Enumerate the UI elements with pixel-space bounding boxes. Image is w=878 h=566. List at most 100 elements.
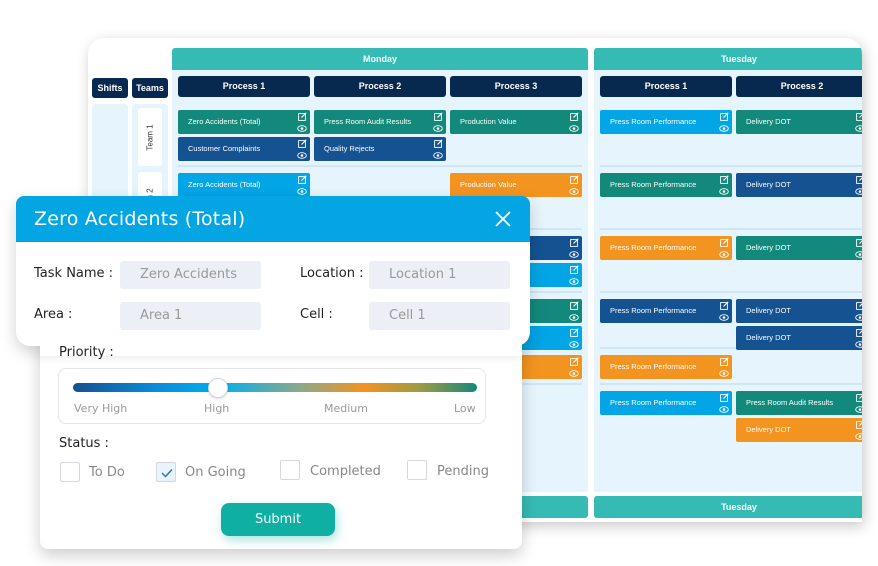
view-icon[interactable] bbox=[855, 341, 862, 348]
task-card-actions[interactable] bbox=[297, 175, 307, 195]
task-card-actions[interactable] bbox=[719, 393, 729, 413]
view-icon[interactable] bbox=[855, 314, 862, 321]
view-icon[interactable] bbox=[569, 188, 579, 195]
team-tag[interactable]: Team 1 bbox=[138, 108, 162, 166]
view-icon[interactable] bbox=[569, 125, 579, 132]
view-icon[interactable] bbox=[855, 125, 862, 132]
task-card[interactable]: Press Room Performance bbox=[600, 110, 732, 134]
status-checkbox-completed[interactable] bbox=[280, 460, 300, 480]
status-checkbox-ongoing[interactable] bbox=[156, 462, 176, 482]
close-icon[interactable] bbox=[494, 210, 512, 228]
task-card-actions[interactable] bbox=[569, 175, 579, 195]
task-card[interactable]: Zero Accidents (Total) bbox=[178, 110, 310, 134]
edit-icon[interactable] bbox=[855, 112, 863, 121]
view-icon[interactable] bbox=[569, 370, 579, 377]
task-card[interactable]: Press Room Performance bbox=[600, 299, 732, 323]
task-card[interactable]: Press Room Performance bbox=[600, 236, 732, 260]
task-name-field[interactable]: Zero Accidents bbox=[120, 261, 261, 289]
edit-icon[interactable] bbox=[719, 238, 729, 247]
edit-icon[interactable] bbox=[855, 393, 863, 402]
edit-icon[interactable] bbox=[855, 175, 863, 184]
edit-icon[interactable] bbox=[569, 301, 579, 310]
edit-icon[interactable] bbox=[855, 301, 863, 310]
task-card[interactable]: Delivery DOT bbox=[736, 299, 862, 323]
task-card[interactable]: Production Value bbox=[450, 173, 582, 197]
task-card-actions[interactable] bbox=[719, 238, 729, 258]
edit-icon[interactable] bbox=[719, 357, 729, 366]
task-card[interactable]: Production Value bbox=[450, 110, 582, 134]
view-icon[interactable] bbox=[297, 152, 307, 159]
task-card[interactable]: Delivery DOT bbox=[736, 236, 862, 260]
task-card-actions[interactable] bbox=[855, 393, 862, 413]
task-card-actions[interactable] bbox=[433, 139, 443, 159]
view-icon[interactable] bbox=[719, 406, 729, 413]
edit-icon[interactable] bbox=[719, 393, 729, 402]
view-icon[interactable] bbox=[569, 341, 579, 348]
task-card-actions[interactable] bbox=[855, 420, 862, 440]
edit-icon[interactable] bbox=[855, 420, 863, 429]
view-icon[interactable] bbox=[719, 314, 729, 321]
view-icon[interactable] bbox=[297, 188, 307, 195]
edit-icon[interactable] bbox=[855, 238, 863, 247]
view-icon[interactable] bbox=[433, 152, 443, 159]
view-icon[interactable] bbox=[719, 188, 729, 195]
edit-icon[interactable] bbox=[569, 112, 579, 121]
task-card[interactable]: Customer Complaints bbox=[178, 137, 310, 161]
view-icon[interactable] bbox=[569, 278, 579, 285]
edit-icon[interactable] bbox=[297, 112, 307, 121]
task-card-actions[interactable] bbox=[719, 357, 729, 377]
task-card[interactable]: Quality Rejects bbox=[314, 137, 446, 161]
task-card[interactable]: Press Room Audit Results bbox=[314, 110, 446, 134]
edit-icon[interactable] bbox=[569, 238, 579, 247]
task-card[interactable]: Delivery DOT bbox=[736, 173, 862, 197]
view-icon[interactable] bbox=[297, 125, 307, 132]
task-card-actions[interactable] bbox=[855, 328, 862, 348]
edit-icon[interactable] bbox=[855, 328, 863, 337]
priority-slider-thumb[interactable] bbox=[208, 378, 229, 398]
view-icon[interactable] bbox=[569, 251, 579, 258]
task-card-actions[interactable] bbox=[297, 112, 307, 132]
priority-slider-track[interactable] bbox=[73, 383, 477, 392]
status-checkbox-pending[interactable] bbox=[407, 460, 427, 480]
task-card-actions[interactable] bbox=[719, 175, 729, 195]
location-field[interactable]: Location 1 bbox=[369, 261, 510, 289]
task-card-actions[interactable] bbox=[719, 301, 729, 321]
view-icon[interactable] bbox=[719, 125, 729, 132]
view-icon[interactable] bbox=[855, 406, 862, 413]
task-card[interactable]: Press Room Performance bbox=[600, 173, 732, 197]
task-card-actions[interactable] bbox=[569, 328, 579, 348]
task-card-actions[interactable] bbox=[569, 112, 579, 132]
view-icon[interactable] bbox=[855, 251, 862, 258]
edit-icon[interactable] bbox=[569, 328, 579, 337]
task-card[interactable]: Press Room Audit Results bbox=[736, 391, 862, 415]
view-icon[interactable] bbox=[855, 188, 862, 195]
status-checkbox-todo[interactable] bbox=[60, 462, 80, 482]
task-card-actions[interactable] bbox=[569, 238, 579, 258]
edit-icon[interactable] bbox=[569, 175, 579, 184]
submit-button[interactable]: Submit bbox=[221, 503, 335, 536]
task-card[interactable]: Press Room Performance bbox=[600, 391, 732, 415]
edit-icon[interactable] bbox=[719, 175, 729, 184]
task-card[interactable]: Delivery DOT bbox=[736, 326, 862, 350]
task-card[interactable]: Zero Accidents (Total) bbox=[178, 173, 310, 197]
task-card-actions[interactable] bbox=[719, 112, 729, 132]
edit-icon[interactable] bbox=[719, 301, 729, 310]
edit-icon[interactable] bbox=[719, 112, 729, 121]
view-icon[interactable] bbox=[855, 433, 862, 440]
task-card[interactable]: Press Room Performance bbox=[600, 355, 732, 379]
task-card-actions[interactable] bbox=[569, 301, 579, 321]
edit-icon[interactable] bbox=[569, 357, 579, 366]
task-card-actions[interactable] bbox=[855, 301, 862, 321]
edit-icon[interactable] bbox=[569, 265, 579, 274]
task-card-actions[interactable] bbox=[855, 175, 862, 195]
task-card-actions[interactable] bbox=[569, 265, 579, 285]
task-card-actions[interactable] bbox=[569, 357, 579, 377]
edit-icon[interactable] bbox=[433, 139, 443, 148]
task-card-actions[interactable] bbox=[297, 139, 307, 159]
edit-icon[interactable] bbox=[297, 175, 307, 184]
area-field[interactable]: Area 1 bbox=[120, 302, 261, 330]
view-icon[interactable] bbox=[433, 125, 443, 132]
task-card[interactable]: Delivery DOT bbox=[736, 110, 862, 134]
view-icon[interactable] bbox=[569, 314, 579, 321]
task-card[interactable]: Delivery DOT bbox=[736, 418, 862, 442]
